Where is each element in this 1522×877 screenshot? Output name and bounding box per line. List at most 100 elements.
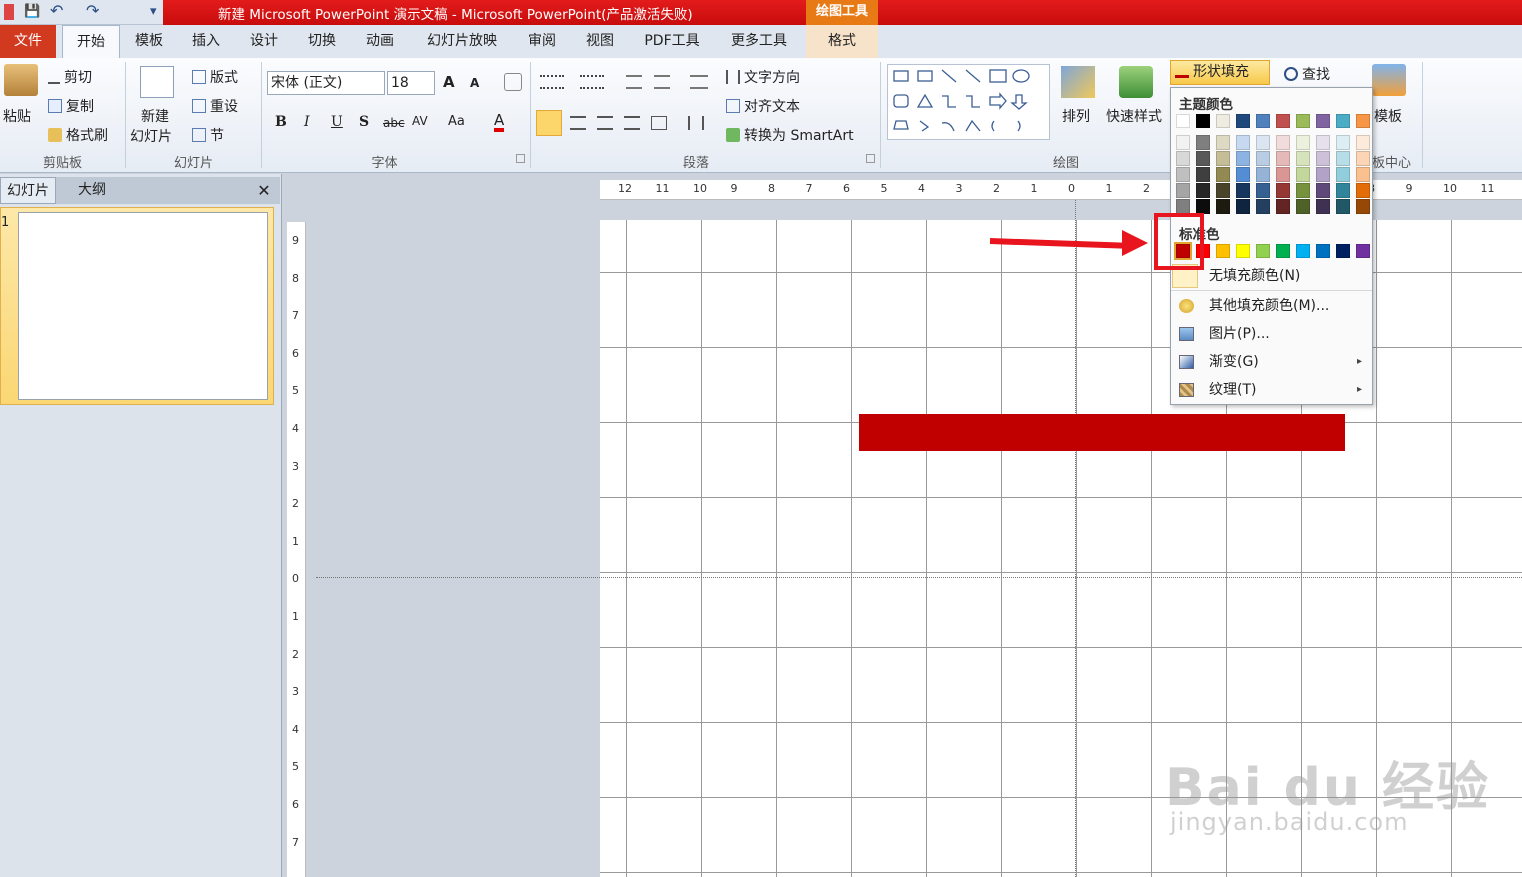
tab-more-tools[interactable]: 更多工具 xyxy=(720,25,798,58)
tab-transition[interactable]: 切换 xyxy=(299,25,345,58)
align-right-icon[interactable] xyxy=(597,116,613,130)
theme-shade-swatch[interactable] xyxy=(1196,183,1210,198)
format-painter-button[interactable]: 格式刷 xyxy=(48,125,108,145)
theme-shade-swatch[interactable] xyxy=(1216,151,1230,166)
theme-shade-swatch[interactable] xyxy=(1176,135,1190,150)
theme-color-swatch[interactable] xyxy=(1316,114,1330,128)
find-button[interactable]: 查找 xyxy=(1284,64,1330,84)
distributed-icon[interactable] xyxy=(651,116,667,130)
layout-button[interactable]: 版式 xyxy=(192,67,238,87)
template-icon[interactable] xyxy=(1372,64,1406,96)
template-button[interactable]: 模板 xyxy=(1374,106,1402,126)
clear-format-icon[interactable] xyxy=(504,73,522,91)
numbering-icon[interactable] xyxy=(580,75,604,89)
shrink-font-button[interactable]: A xyxy=(470,76,479,90)
theme-shade-swatch[interactable] xyxy=(1256,199,1270,214)
tab-view[interactable]: 视图 xyxy=(577,25,623,58)
theme-shade-swatch[interactable] xyxy=(1276,135,1290,150)
theme-shade-swatch[interactable] xyxy=(1256,183,1270,198)
text-direction-button[interactable]: 文字方向 xyxy=(726,67,800,87)
align-center-icon[interactable] xyxy=(570,116,586,130)
tab-design[interactable]: 设计 xyxy=(241,25,287,58)
theme-color-swatch[interactable] xyxy=(1336,114,1350,128)
new-slide-label-2[interactable]: 幻灯片 xyxy=(130,126,172,146)
theme-color-swatch[interactable] xyxy=(1176,114,1190,128)
theme-shade-swatch[interactable] xyxy=(1176,151,1190,166)
theme-shade-swatch[interactable] xyxy=(1356,199,1370,214)
theme-shade-swatch[interactable] xyxy=(1276,183,1290,198)
standard-color-swatch[interactable] xyxy=(1276,244,1290,258)
font-name-dropdown[interactable]: 宋体 (正文) xyxy=(267,71,385,95)
theme-shade-swatch[interactable] xyxy=(1336,135,1350,150)
tab-insert[interactable]: 插入 xyxy=(183,25,229,58)
slide-thumbnail[interactable] xyxy=(18,212,268,400)
theme-shade-swatch[interactable] xyxy=(1216,183,1230,198)
underline-button[interactable]: U xyxy=(331,114,343,130)
theme-color-swatch[interactable] xyxy=(1196,114,1210,128)
shapes-gallery[interactable] xyxy=(887,64,1050,140)
theme-shade-swatch[interactable] xyxy=(1316,167,1330,182)
theme-color-swatch[interactable] xyxy=(1296,114,1310,128)
quick-styles-button[interactable]: 快速样式 xyxy=(1106,106,1162,126)
theme-color-swatch[interactable] xyxy=(1236,114,1250,128)
theme-shade-swatch[interactable] xyxy=(1356,151,1370,166)
font-size-dropdown[interactable]: 18 xyxy=(387,71,435,95)
theme-color-swatch[interactable] xyxy=(1256,114,1270,128)
char-spacing-button[interactable]: AV xyxy=(412,114,428,128)
red-rectangle-shape[interactable] xyxy=(859,414,1345,451)
theme-shade-swatch[interactable] xyxy=(1296,135,1310,150)
theme-shade-swatch[interactable] xyxy=(1176,183,1190,198)
tab-slides[interactable]: 幻灯片 xyxy=(0,177,56,204)
undo-icon[interactable]: ↶ xyxy=(50,1,63,20)
theme-shade-swatch[interactable] xyxy=(1196,167,1210,182)
bold-button[interactable]: B xyxy=(275,114,287,130)
theme-color-swatch[interactable] xyxy=(1216,114,1230,128)
tab-review[interactable]: 审阅 xyxy=(519,25,565,58)
theme-shade-swatch[interactable] xyxy=(1196,151,1210,166)
line-spacing-icon[interactable] xyxy=(690,75,708,89)
standard-color-swatch[interactable] xyxy=(1336,244,1350,258)
smartart-button[interactable]: 转换为 SmartArt xyxy=(726,125,854,145)
theme-shade-swatch[interactable] xyxy=(1196,199,1210,214)
tab-outline[interactable]: 大纲 xyxy=(58,177,126,204)
theme-shade-swatch[interactable] xyxy=(1276,151,1290,166)
theme-shade-swatch[interactable] xyxy=(1296,167,1310,182)
standard-color-swatch[interactable] xyxy=(1256,244,1270,258)
theme-shade-swatch[interactable] xyxy=(1336,167,1350,182)
texture-fill-item[interactable]: 纹理(T) ▸ xyxy=(1171,377,1372,403)
quick-styles-icon[interactable] xyxy=(1119,66,1153,98)
shadow-button[interactable]: S xyxy=(359,114,369,130)
more-fill-colors-item[interactable]: 其他填充颜色(M)... xyxy=(1171,293,1372,319)
arrange-icon[interactable] xyxy=(1061,66,1095,98)
theme-color-swatch[interactable] xyxy=(1276,114,1290,128)
shape-fill-button[interactable]: 形状填充 xyxy=(1170,60,1270,85)
theme-shade-swatch[interactable] xyxy=(1296,151,1310,166)
section-button[interactable]: 节 xyxy=(192,125,224,145)
bullets-icon[interactable] xyxy=(540,75,564,89)
theme-shade-swatch[interactable] xyxy=(1336,199,1350,214)
theme-shade-swatch[interactable] xyxy=(1356,135,1370,150)
theme-shade-swatch[interactable] xyxy=(1296,199,1310,214)
theme-shade-swatch[interactable] xyxy=(1356,167,1370,182)
tab-file[interactable]: 文件 xyxy=(0,25,56,58)
paste-button[interactable]: 粘贴 xyxy=(3,106,31,126)
theme-shade-swatch[interactable] xyxy=(1196,135,1210,150)
theme-shade-swatch[interactable] xyxy=(1216,167,1230,182)
cut-button[interactable]: 剪切 xyxy=(48,67,92,87)
paste-icon[interactable] xyxy=(4,64,38,96)
close-pane-icon[interactable]: ✕ xyxy=(252,177,276,204)
standard-color-swatch[interactable] xyxy=(1316,244,1330,258)
arrange-button[interactable]: 排列 xyxy=(1062,106,1090,126)
change-case-button[interactable]: Aa xyxy=(448,114,465,129)
strikethrough-button[interactable]: abc xyxy=(383,116,405,130)
theme-shade-swatch[interactable] xyxy=(1236,167,1250,182)
theme-shade-swatch[interactable] xyxy=(1356,183,1370,198)
theme-shade-swatch[interactable] xyxy=(1236,183,1250,198)
theme-shade-swatch[interactable] xyxy=(1276,167,1290,182)
picture-fill-item[interactable]: 图片(P)... xyxy=(1171,321,1372,347)
new-slide-label-1[interactable]: 新建 xyxy=(141,106,169,126)
tab-home[interactable]: 开始 xyxy=(62,25,120,59)
standard-color-swatch[interactable] xyxy=(1216,244,1230,258)
qat-customize-icon[interactable]: ▾ xyxy=(150,4,157,19)
theme-shade-swatch[interactable] xyxy=(1176,199,1190,214)
